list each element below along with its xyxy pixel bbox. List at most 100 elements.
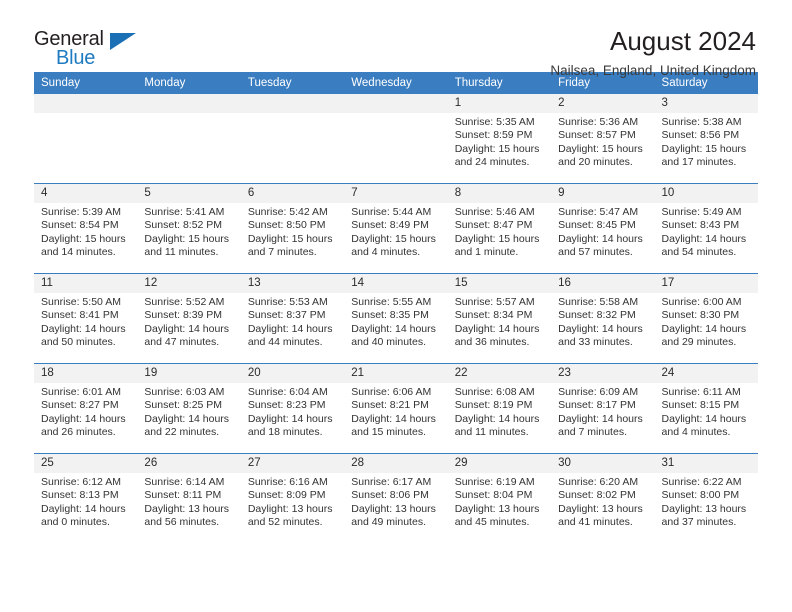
daylight-text-line1: Daylight: 14 hours	[558, 412, 643, 425]
daylight-text-line1: Daylight: 14 hours	[41, 322, 126, 335]
daylight-text-line1: Daylight: 15 hours	[558, 142, 643, 155]
sunset-text: Sunset: 8:23 PM	[247, 399, 326, 412]
day-number: 10	[654, 184, 758, 203]
daylight-text-line2: and 44 minutes.	[247, 336, 323, 349]
day-cell[interactable]: 18 Sunrise: 6:01 AM Sunset: 8:27 PM Dayligh…	[34, 363, 138, 454]
day-number: 14	[344, 274, 448, 293]
day-cell[interactable]: 30 Sunrise: 6:20 AM Sunset: 8:02 PM Dayligh…	[551, 453, 655, 543]
sunset-text: Sunset: 8:27 PM	[41, 399, 119, 412]
day-number: 24	[654, 364, 758, 383]
brand-logo[interactable]: General Blue	[34, 28, 146, 74]
day-cell[interactable]: 8 Sunrise: 5:46 AM Sunset: 8:47 PM Daylight…	[447, 183, 552, 274]
day-cell[interactable]: 12 Sunrise: 5:52 AM Sunset: 8:39 PM Dayligh…	[137, 273, 241, 364]
day-number: 19	[137, 364, 241, 383]
day-cell[interactable]: 28 Sunrise: 6:17 AM Sunset: 8:06 PM Dayligh…	[344, 453, 448, 543]
daylight-text-line1: Daylight: 15 hours	[454, 232, 540, 245]
day-cell[interactable]: 6 Sunrise: 5:42 AM Sunset: 8:50 PM Daylight…	[240, 183, 345, 274]
day-cell[interactable]: 7 Sunrise: 5:44 AM Sunset: 8:49 PM Daylight…	[344, 183, 448, 274]
day-cell[interactable]: 22 Sunrise: 6:08 AM Sunset: 8:19 PM Dayligh…	[447, 363, 552, 454]
daylight-text-line1: Daylight: 14 hours	[558, 232, 643, 245]
daylight-text-line2: and 17 minutes.	[661, 156, 737, 169]
sunset-text: Sunset: 8:52 PM	[144, 219, 223, 232]
day-cell[interactable]: 25 Sunrise: 6:12 AM Sunset: 8:13 PM Dayligh…	[34, 453, 138, 543]
daylight-text-line1: Daylight: 14 hours	[144, 412, 230, 425]
day-cell[interactable]: 24 Sunrise: 6:11 AM Sunset: 8:15 PM Dayligh…	[654, 363, 758, 454]
day-cell[interactable]	[34, 94, 138, 184]
day-cell[interactable]: 27 Sunrise: 6:16 AM Sunset: 8:09 PM Dayligh…	[240, 453, 345, 543]
daylight-text-line1: Daylight: 14 hours	[351, 412, 436, 425]
day-cell[interactable]: 19 Sunrise: 6:03 AM Sunset: 8:25 PM Dayligh…	[137, 363, 241, 454]
day-details	[34, 113, 137, 116]
day-cell[interactable]: 29 Sunrise: 6:19 AM Sunset: 8:04 PM Dayligh…	[447, 453, 552, 543]
day-cell[interactable]: 4 Sunrise: 5:39 AM Sunset: 8:54 PM Daylight…	[34, 183, 138, 274]
day-number: 1	[447, 94, 552, 113]
day-number: 18	[34, 364, 138, 383]
day-cell[interactable]: 17 Sunrise: 6:00 AM Sunset: 8:30 PM Dayligh…	[654, 273, 758, 364]
sunrise-text: Sunrise: 6:12 AM	[41, 476, 121, 488]
day-cell[interactable]: 13 Sunrise: 5:53 AM Sunset: 8:37 PM Dayligh…	[240, 273, 345, 364]
day-cell[interactable]: 3 Sunrise: 5:38 AM Sunset: 8:56 PM Daylight…	[654, 94, 758, 184]
day-cell[interactable]: 9 Sunrise: 5:47 AM Sunset: 8:45 PM Daylight…	[551, 183, 655, 274]
day-cell[interactable]: 23 Sunrise: 6:09 AM Sunset: 8:17 PM Dayligh…	[551, 363, 655, 454]
day-cell[interactable]: 15 Sunrise: 5:57 AM Sunset: 8:34 PM Dayligh…	[447, 273, 552, 364]
sunset-text: Sunset: 8:30 PM	[661, 309, 740, 322]
day-details: Sunrise: 6:03 AM Sunset: 8:25 PM Daylight:…	[137, 383, 240, 440]
day-cell[interactable]: 1 Sunrise: 5:35 AM Sunset: 8:59 PM Daylight…	[447, 94, 552, 184]
sunrise-text: Sunrise: 6:04 AM	[247, 386, 328, 398]
sunrise-text: Sunrise: 5:52 AM	[144, 296, 225, 308]
day-cell[interactable]: 11 Sunrise: 5:50 AM Sunset: 8:41 PM Dayligh…	[34, 273, 138, 364]
day-cell[interactable]: 21 Sunrise: 6:06 AM Sunset: 8:21 PM Dayligh…	[344, 363, 448, 454]
day-cell[interactable]: 26 Sunrise: 6:14 AM Sunset: 8:11 PM Dayligh…	[137, 453, 241, 543]
day-cell[interactable]: 10 Sunrise: 5:49 AM Sunset: 8:43 PM Dayligh…	[654, 183, 758, 274]
sunrise-text: Sunrise: 6:14 AM	[144, 476, 225, 488]
sunset-text: Sunset: 8:43 PM	[661, 219, 740, 232]
day-number	[34, 94, 138, 113]
day-details: Sunrise: 6:11 AM Sunset: 8:15 PM Daylight:…	[655, 383, 758, 440]
daylight-text-line2: and 11 minutes.	[144, 246, 219, 259]
day-cell[interactable]: 5 Sunrise: 5:41 AM Sunset: 8:52 PM Daylight…	[137, 183, 241, 274]
calendar-container: Sunday Monday Tuesday Wednesday Thursday…	[0, 72, 792, 543]
day-details: Sunrise: 5:44 AM Sunset: 8:49 PM Daylight:…	[344, 203, 447, 260]
daylight-text-line1: Daylight: 14 hours	[454, 322, 540, 335]
sunrise-text: Sunrise: 6:08 AM	[454, 386, 535, 398]
day-details: Sunrise: 6:08 AM Sunset: 8:19 PM Daylight:…	[448, 383, 551, 440]
sunrise-text: Sunrise: 6:06 AM	[351, 386, 432, 398]
daylight-text-line1: Daylight: 13 hours	[247, 502, 333, 515]
sunrise-text: Sunrise: 5:58 AM	[558, 296, 639, 308]
day-cell[interactable]	[344, 94, 448, 184]
day-cell[interactable]: 20 Sunrise: 6:04 AM Sunset: 8:23 PM Dayligh…	[240, 363, 345, 454]
sunset-text: Sunset: 8:02 PM	[558, 489, 636, 502]
day-cell[interactable]: 31 Sunrise: 6:22 AM Sunset: 8:00 PM Dayligh…	[654, 453, 758, 543]
day-cell[interactable]: 2 Sunrise: 5:36 AM Sunset: 8:57 PM Daylight…	[551, 94, 655, 184]
daylight-text-line1: Daylight: 15 hours	[247, 232, 333, 245]
daylight-text-line2: and 11 minutes.	[454, 426, 529, 439]
daylight-text-line1: Daylight: 15 hours	[454, 142, 540, 155]
daylight-text-line2: and 18 minutes.	[247, 426, 323, 439]
day-cell[interactable]	[137, 94, 241, 184]
sunset-text: Sunset: 8:09 PM	[247, 489, 326, 502]
sunrise-text: Sunrise: 5:55 AM	[351, 296, 432, 308]
sunrise-text: Sunrise: 6:16 AM	[247, 476, 328, 488]
day-details: Sunrise: 6:22 AM Sunset: 8:00 PM Daylight:…	[655, 473, 758, 530]
day-number	[240, 94, 345, 113]
sunset-text: Sunset: 8:13 PM	[41, 489, 119, 502]
day-number: 15	[447, 274, 552, 293]
daylight-text-line2: and 36 minutes.	[454, 336, 530, 349]
brand-name-blue: Blue	[56, 47, 96, 69]
day-details: Sunrise: 6:01 AM Sunset: 8:27 PM Daylight:…	[34, 383, 137, 440]
day-cell[interactable]	[240, 94, 345, 184]
week-row: 11 Sunrise: 5:50 AM Sunset: 8:41 PM Dayligh…	[34, 273, 758, 364]
day-cell[interactable]: 16 Sunrise: 5:58 AM Sunset: 8:32 PM Dayligh…	[551, 273, 655, 364]
daylight-text-line1: Daylight: 14 hours	[661, 232, 747, 245]
page-subtitle: Nailsea, England, United Kingdom	[550, 63, 756, 78]
daylight-text-line2: and 29 minutes.	[661, 336, 737, 349]
sunrise-text: Sunrise: 6:03 AM	[144, 386, 225, 398]
day-number: 25	[34, 454, 138, 473]
day-details: Sunrise: 6:06 AM Sunset: 8:21 PM Daylight:…	[344, 383, 447, 440]
day-details	[344, 113, 447, 116]
day-details: Sunrise: 6:17 AM Sunset: 8:06 PM Daylight:…	[344, 473, 447, 530]
day-cell[interactable]: 14 Sunrise: 5:55 AM Sunset: 8:35 PM Dayligh…	[344, 273, 448, 364]
week-row: 18 Sunrise: 6:01 AM Sunset: 8:27 PM Dayligh…	[34, 363, 758, 454]
sunrise-text: Sunrise: 5:39 AM	[41, 206, 121, 218]
daylight-text-line2: and 40 minutes.	[351, 336, 426, 349]
